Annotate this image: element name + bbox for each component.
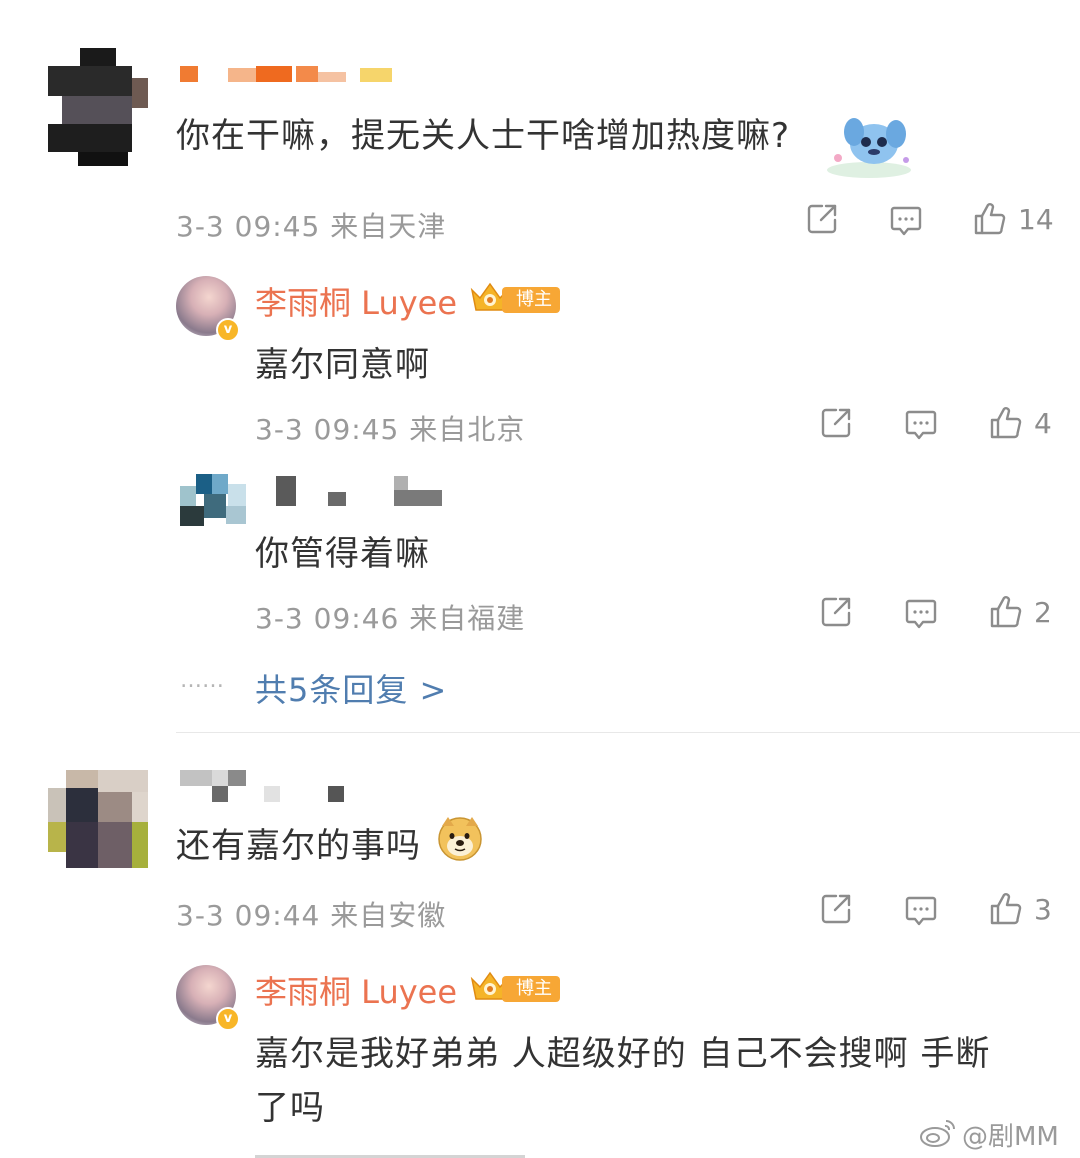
- verified-icon: v: [216, 1007, 240, 1031]
- reply-text-line-2: 了吗: [255, 1088, 325, 1128]
- share-icon: [818, 405, 854, 441]
- avatar[interactable]: [180, 474, 246, 526]
- reply-text-line-1: 嘉尔是我好弟弟 人超级好的 自己不会搜啊 手断: [255, 1034, 991, 1074]
- share-icon: [818, 594, 854, 630]
- more-replies-link[interactable]: 共5条回复 >: [255, 665, 447, 711]
- share-icon: [804, 201, 840, 237]
- comment-meta: 3-3 09:44 来自安徽: [176, 899, 447, 932]
- comment-icon: [903, 596, 939, 632]
- like-button[interactable]: 3: [988, 891, 1052, 927]
- blogger-tag: 博主: [502, 976, 560, 1002]
- like-count: 2: [1034, 595, 1052, 629]
- share-button[interactable]: [818, 405, 854, 441]
- verified-icon: v: [216, 318, 240, 342]
- like-icon: [988, 594, 1024, 630]
- comment-button[interactable]: [888, 203, 924, 239]
- divider: [176, 732, 1080, 733]
- reply-meta: 3-3 09:45 来自北京: [255, 413, 526, 446]
- like-button[interactable]: 4: [988, 405, 1052, 441]
- comment-meta: 3-3 09:45 来自天津: [176, 210, 447, 243]
- comment-icon: [903, 407, 939, 443]
- like-icon: [988, 891, 1024, 927]
- blogger-badge: 博主: [468, 280, 560, 320]
- avatar[interactable]: [48, 48, 148, 166]
- reply-meta-clipped: [255, 1150, 535, 1158]
- like-count: 3: [1034, 892, 1052, 926]
- weibo-icon: [918, 1117, 958, 1153]
- comment-text: 还有嘉尔的事吗: [176, 826, 421, 866]
- like-button[interactable]: 2: [988, 594, 1052, 630]
- watermark-text: @剧MM: [962, 1122, 1059, 1152]
- share-button[interactable]: [818, 891, 854, 927]
- like-count: 4: [1034, 406, 1052, 440]
- watermark: @剧MM: [918, 1116, 1059, 1153]
- comment-icon: [888, 203, 924, 239]
- like-icon: [972, 201, 1008, 237]
- like-icon: [988, 405, 1024, 441]
- comment-text: 你在干嘛，提无关人士干啥增加热度嘛?: [176, 116, 791, 156]
- comment-button[interactable]: [903, 596, 939, 632]
- like-button[interactable]: 14: [972, 201, 1054, 237]
- username-redacted[interactable]: [176, 66, 396, 84]
- avatar[interactable]: [48, 770, 148, 870]
- share-button[interactable]: [804, 201, 840, 237]
- reply-meta: 3-3 09:46 来自福建: [255, 602, 526, 635]
- stitch-sticker-icon: [824, 114, 914, 180]
- username-redacted[interactable]: [276, 476, 446, 508]
- share-icon: [818, 891, 854, 927]
- reply-text: 你管得着嘛: [255, 534, 430, 574]
- blogger-name[interactable]: 李雨桐 Luyee: [255, 967, 457, 1013]
- more-replies-dots: ……: [180, 668, 224, 693]
- comment-button[interactable]: [903, 407, 939, 443]
- like-count: 14: [1018, 202, 1054, 236]
- blogger-name[interactable]: 李雨桐 Luyee: [255, 278, 457, 324]
- comment-icon: [903, 893, 939, 929]
- username-redacted[interactable]: [180, 770, 360, 802]
- blogger-tag: 博主: [502, 287, 560, 313]
- doge-emoji-icon: [436, 814, 484, 862]
- blogger-badge: 博主: [468, 969, 560, 1009]
- reply-text: 嘉尔同意啊: [255, 345, 430, 385]
- share-button[interactable]: [818, 594, 854, 630]
- comment-button[interactable]: [903, 893, 939, 929]
